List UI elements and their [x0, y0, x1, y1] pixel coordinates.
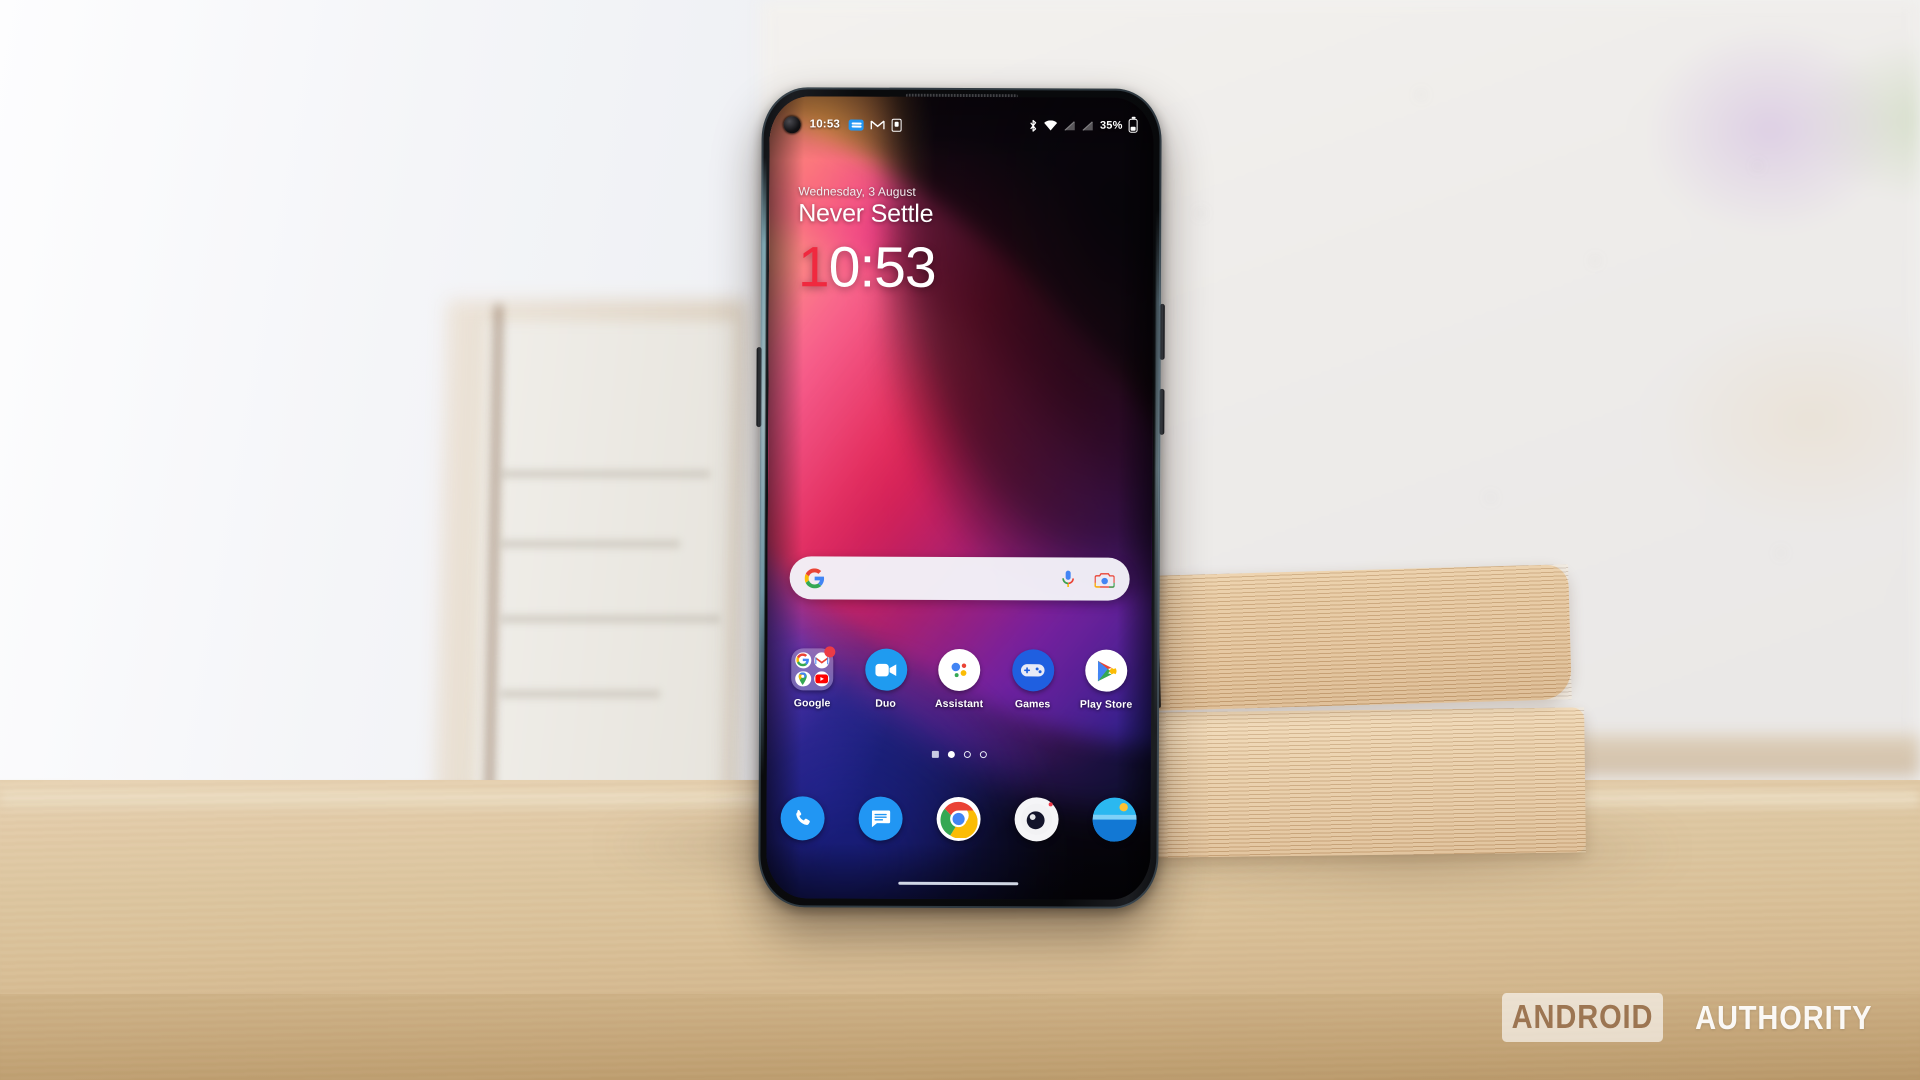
google-search-icon	[795, 652, 811, 668]
app-games[interactable]: Games	[1000, 649, 1066, 710]
camera-indicator-dot	[1048, 802, 1053, 807]
frame-text-line	[500, 690, 660, 698]
clock-widget: 10:53	[798, 235, 936, 300]
page-dot-active[interactable]	[947, 750, 955, 758]
assistant-icon[interactable]	[938, 648, 981, 692]
app-play-store[interactable]: Play Store	[1073, 649, 1139, 711]
bluetooth-icon	[1029, 119, 1038, 132]
notification-badge	[824, 646, 836, 658]
play-store-icon[interactable]	[1085, 649, 1128, 692]
app-label: Assistant	[934, 697, 984, 711]
page-dot-home[interactable]	[931, 750, 939, 758]
frame-text-line	[500, 470, 710, 478]
phone-screen[interactable]: 10:53 35% Wednesday, 3 August Never Sett…	[766, 96, 1154, 900]
play-games-icon[interactable]	[1011, 649, 1054, 692]
gallery-icon[interactable]	[1092, 797, 1137, 842]
clock-accent-digit: 1	[797, 235, 829, 300]
watermark-android: ANDROID	[1501, 993, 1663, 1042]
book-top	[1153, 564, 1572, 711]
battery-percentage: 35%	[1099, 119, 1123, 132]
app-label: Duo	[875, 697, 896, 710]
search-input[interactable]	[825, 578, 1062, 579]
photo-scene: 10:53 35% Wednesday, 3 August Never Sett…	[0, 0, 1920, 1080]
app-grid: Google Duo Assistant Games Play Store	[779, 646, 1139, 711]
wallpaper-dark-area	[881, 96, 1154, 599]
app-assistant[interactable]: Assistant	[926, 648, 992, 711]
status-bar-clock: 10:53	[809, 118, 841, 131]
signal-icon	[1064, 120, 1076, 131]
date-text: Wednesday, 3 August	[798, 184, 916, 199]
book-page-edges	[1153, 564, 1572, 711]
status-bar-system-icons: 35%	[1029, 118, 1138, 133]
frame-text-line	[500, 615, 720, 623]
drive-icon	[892, 118, 903, 132]
volume-button[interactable]	[1159, 388, 1165, 435]
dock	[780, 796, 1137, 842]
gmail-icon	[871, 119, 886, 130]
greeting-text: Never Settle	[798, 199, 934, 228]
frame-text-line	[500, 540, 680, 548]
messages-icon	[849, 119, 865, 131]
smartphone: 10:53 35% Wednesday, 3 August Never Sett…	[756, 87, 1165, 909]
youtube-icon	[813, 670, 830, 687]
app-duo[interactable]: Duo	[853, 648, 919, 710]
chrome-icon[interactable]	[936, 796, 981, 842]
book-bottom	[1149, 707, 1586, 858]
alert-slider[interactable]	[756, 347, 762, 428]
watermark-authority: AUTHORITY	[1694, 998, 1872, 1036]
app-label: Play Store	[1079, 698, 1133, 711]
duo-icon[interactable]	[864, 648, 907, 691]
page-dot[interactable]	[979, 751, 987, 759]
lock-screen-info: Wednesday, 3 August Never Settle 10:53	[798, 184, 936, 300]
status-bar[interactable]: 10:53 35%	[770, 114, 1154, 136]
watermark: ANDROID AUTHORITY	[1491, 993, 1885, 1042]
page-dot[interactable]	[963, 751, 971, 759]
wifi-icon	[1044, 119, 1058, 131]
app-label: Games	[1014, 698, 1051, 711]
phone-icon[interactable]	[780, 796, 825, 841]
google-lens-icon[interactable]	[1094, 570, 1115, 588]
camera-icon[interactable]	[1014, 797, 1059, 842]
book-page-edges	[1149, 707, 1586, 858]
battery-icon	[1128, 118, 1138, 133]
google-search-bar[interactable]	[789, 556, 1130, 601]
signal-icon	[1082, 120, 1094, 131]
clock-remaining-digits: 0:53	[828, 235, 936, 300]
app-google-folder[interactable]: Google	[779, 646, 845, 710]
power-button[interactable]	[1159, 303, 1165, 360]
watermark-android-text: ANDROID	[1511, 998, 1653, 1035]
home-gesture-bar[interactable]	[898, 881, 1019, 886]
front-camera-punch-hole	[783, 115, 801, 133]
google-g-logo	[804, 567, 825, 588]
picture-frame-mat	[473, 320, 737, 840]
maps-icon	[795, 670, 811, 687]
messages-icon[interactable]	[858, 796, 903, 841]
status-bar-notification-icons	[849, 118, 903, 132]
app-label: Google	[793, 697, 831, 710]
microphone-icon[interactable]	[1062, 569, 1075, 588]
google-folder-icon[interactable]	[791, 646, 836, 691]
